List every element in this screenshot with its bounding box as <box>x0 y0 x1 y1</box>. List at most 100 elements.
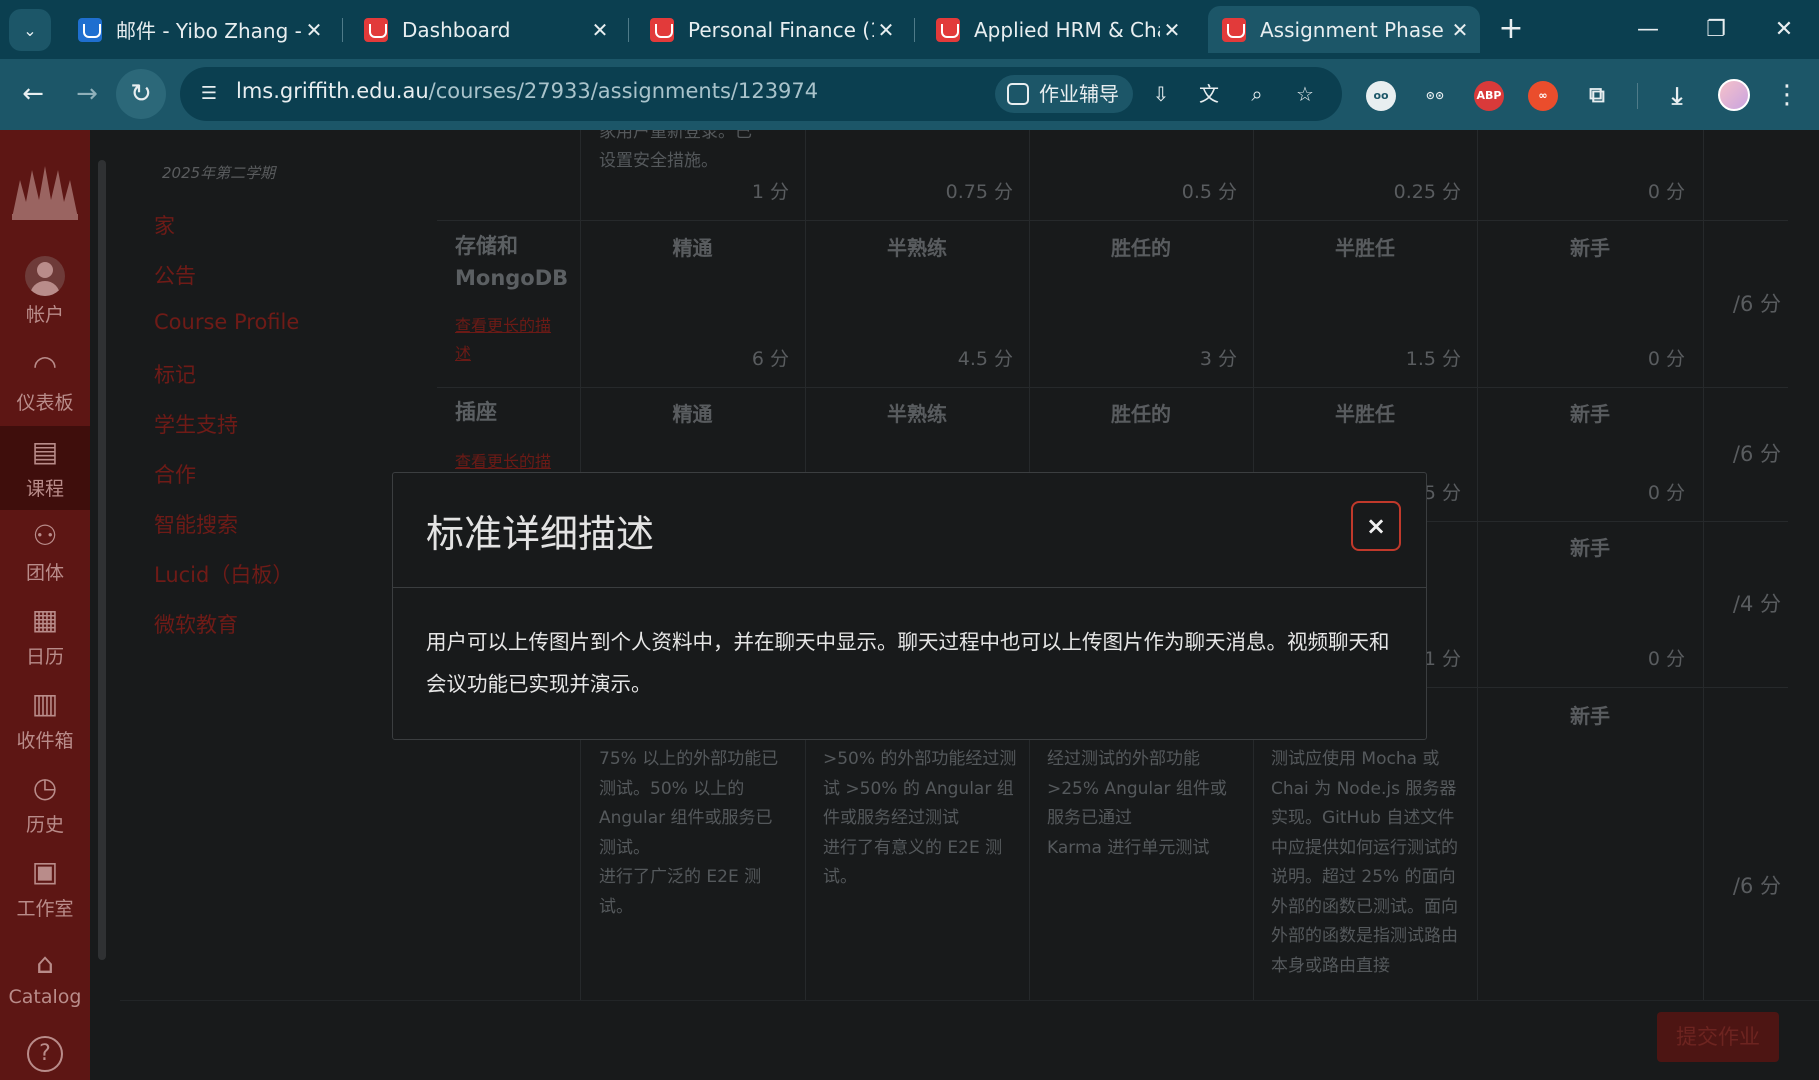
course-nav-announcements[interactable]: 公告 <box>154 260 196 290</box>
rating-title: 新手 <box>1570 536 1610 560</box>
tab-title: Personal Finance (12 <box>688 17 874 42</box>
profile-avatar[interactable] <box>1718 79 1750 111</box>
global-nav-inbox[interactable]: ▥ 收件箱 <box>0 678 90 762</box>
view-longer-description-link[interactable]: 查看更长的描述 <box>455 312 565 368</box>
course-nav-grades[interactable]: 标记 <box>154 359 196 389</box>
dialog-header: 标准详细描述 × <box>393 473 1426 588</box>
browser-tab[interactable]: 邮件 - Yibo Zhang - ( ✕ <box>64 6 334 53</box>
griffith-logo[interactable] <box>8 162 82 222</box>
global-nav-label: 帐户 <box>25 304 64 326</box>
browser-tab[interactable]: Applied HRM & Cha ✕ <box>922 6 1192 53</box>
history-icon: ◷ <box>32 771 58 804</box>
criterion-title: 插座 <box>455 400 497 424</box>
close-window-button[interactable]: ✕ <box>1764 10 1804 50</box>
rating-title: 新手 <box>1570 236 1610 260</box>
course-nav-smart-search[interactable]: 智能搜索 <box>154 509 238 539</box>
extension-glasses-icon[interactable]: oo <box>1366 81 1396 111</box>
close-dialog-button[interactable]: × <box>1351 501 1401 551</box>
canvas-icon <box>364 17 388 42</box>
nav-scrollbar[interactable] <box>94 130 110 1080</box>
course-nav-student-support[interactable]: 学生支持 <box>154 409 238 439</box>
browser-tab-active[interactable]: Assignment Phase 2 ✕ <box>1208 6 1480 53</box>
rating-points: 0.5 分 <box>1181 181 1237 203</box>
minimize-window-button[interactable]: — <box>1628 10 1668 50</box>
url-path: /courses/27933/assignments/123974 <box>428 79 819 103</box>
global-nav-dashboard[interactable]: ◠ 仪表板 <box>0 340 90 424</box>
course-nav-home[interactable]: 家 <box>154 210 175 240</box>
rating-title: 胜任的 <box>1111 236 1171 260</box>
criterion-score: /6 分 <box>1732 292 1781 316</box>
global-nav-catalog[interactable]: ⌂ Catalog <box>0 938 90 1022</box>
rating-points: 0 分 <box>1647 348 1685 370</box>
lens-icon <box>1007 83 1029 105</box>
close-tab-icon[interactable]: ✕ <box>1448 18 1472 42</box>
global-nav-help[interactable]: ? <box>0 1028 90 1080</box>
criterion-title: 存储和 MongoDB <box>455 234 569 290</box>
global-nav-history[interactable]: ◷ 历史 <box>0 762 90 846</box>
scrollbar-thumb[interactable] <box>98 160 106 960</box>
canvas-icon <box>936 17 960 42</box>
close-tab-icon[interactable]: ✕ <box>302 18 326 42</box>
extension-spy-icon[interactable]: ⊙⊙ <box>1420 81 1450 111</box>
tab-title: Dashboard <box>402 17 511 42</box>
criterion-description-dialog: 标准详细描述 × 用户可以上传图片到个人资料中，并在聊天中显示。聊天过程中也可以… <box>392 472 1427 740</box>
url-text[interactable]: lms.griffith.edu.au/courses/27933/assign… <box>236 79 818 103</box>
course-nav-lucid[interactable]: Lucid（白板） <box>154 559 293 589</box>
rating-points: 0.75 分 <box>945 181 1013 203</box>
address-bar[interactable]: ☰ lms.griffith.edu.au/courses/27933/assi… <box>180 67 1342 121</box>
chip-label: 作业辅导 <box>1039 82 1119 106</box>
browser-tab[interactable]: Personal Finance (12 ✕ <box>636 6 906 53</box>
global-nav-studio[interactable]: ▣ 工作室 <box>0 846 90 930</box>
global-nav-label: 历史 <box>25 814 64 836</box>
new-tab-button[interactable]: + <box>1494 12 1528 46</box>
browser-tab[interactable]: Dashboard ✕ <box>350 6 620 53</box>
global-nav-label: 团体 <box>25 562 64 584</box>
close-tab-icon[interactable]: ✕ <box>1160 18 1184 42</box>
course-nav-microsoft-education[interactable]: 微软教育 <box>154 609 238 639</box>
global-nav-account[interactable]: 帐户 <box>0 250 90 334</box>
translate-icon[interactable]: 文 <box>1194 79 1224 109</box>
bookmark-star-icon[interactable]: ☆ <box>1290 79 1320 109</box>
forward-button[interactable]: → <box>62 69 112 119</box>
browser-tab-bar: ⌄ 邮件 - Yibo Zhang - ( ✕ Dashboard ✕ Pers… <box>0 0 1819 59</box>
dashboard-icon: ◠ <box>32 349 58 382</box>
install-app-icon[interactable]: ⇩ <box>1146 79 1176 109</box>
course-nav-collaborations[interactable]: 合作 <box>154 459 196 489</box>
rating-title: 精通 <box>672 402 713 426</box>
homework-helper-chip[interactable]: 作业辅导 <box>995 75 1133 113</box>
rating-points: 0 分 <box>1647 648 1685 670</box>
rating-title: 胜任的 <box>1111 402 1171 426</box>
global-nav-calendar[interactable]: ▦ 日历 <box>0 594 90 678</box>
canvas-icon <box>650 17 674 42</box>
rating-title: 精通 <box>672 236 713 260</box>
extensions-puzzle-icon[interactable]: ⧉ <box>1582 81 1612 111</box>
tab-title: Applied HRM & Cha <box>974 17 1160 42</box>
calendar-icon: ▦ <box>31 603 59 636</box>
close-tab-icon[interactable]: ✕ <box>588 18 612 42</box>
global-nav-groups[interactable]: ⚇ 团体 <box>0 510 90 594</box>
adblock-icon[interactable]: ABP <box>1474 81 1504 111</box>
table-divider <box>437 387 1788 388</box>
zoom-icon[interactable]: ⌕ <box>1242 79 1272 109</box>
rating-points: 1.5 分 <box>1405 348 1461 370</box>
close-icon: × <box>1365 512 1387 540</box>
course-nav-course-profile[interactable]: Course Profile <box>154 310 299 334</box>
inbox-icon: ▥ <box>31 687 59 720</box>
browser-menu-icon[interactable]: ⋮ <box>1772 77 1802 113</box>
reload-button[interactable]: ↻ <box>116 69 166 119</box>
course-navigation: 2025年第二学期 家 公告 Course Profile 标记 学生支持 合作… <box>110 130 430 1080</box>
global-nav-label: 日历 <box>25 646 64 668</box>
extension-infinity-icon[interactable]: ∞ <box>1528 81 1558 111</box>
rating-title: 新手 <box>1570 402 1610 426</box>
download-icon[interactable]: ⤓ <box>1662 81 1692 111</box>
global-nav-courses[interactable]: ▤ 课程 <box>0 426 90 510</box>
rating-points: 0.25 分 <box>1393 181 1461 203</box>
tab-search-button[interactable]: ⌄ <box>9 9 51 51</box>
restore-window-button[interactable]: ❐ <box>1696 10 1736 50</box>
submit-assignment-button[interactable]: 提交作业 <box>1657 1012 1779 1062</box>
groups-icon: ⚇ <box>32 519 58 552</box>
close-tab-icon[interactable]: ✕ <box>874 18 898 42</box>
back-button[interactable]: ← <box>8 69 58 119</box>
site-info-icon[interactable]: ☰ <box>196 81 222 107</box>
studio-icon: ▣ <box>31 855 59 888</box>
